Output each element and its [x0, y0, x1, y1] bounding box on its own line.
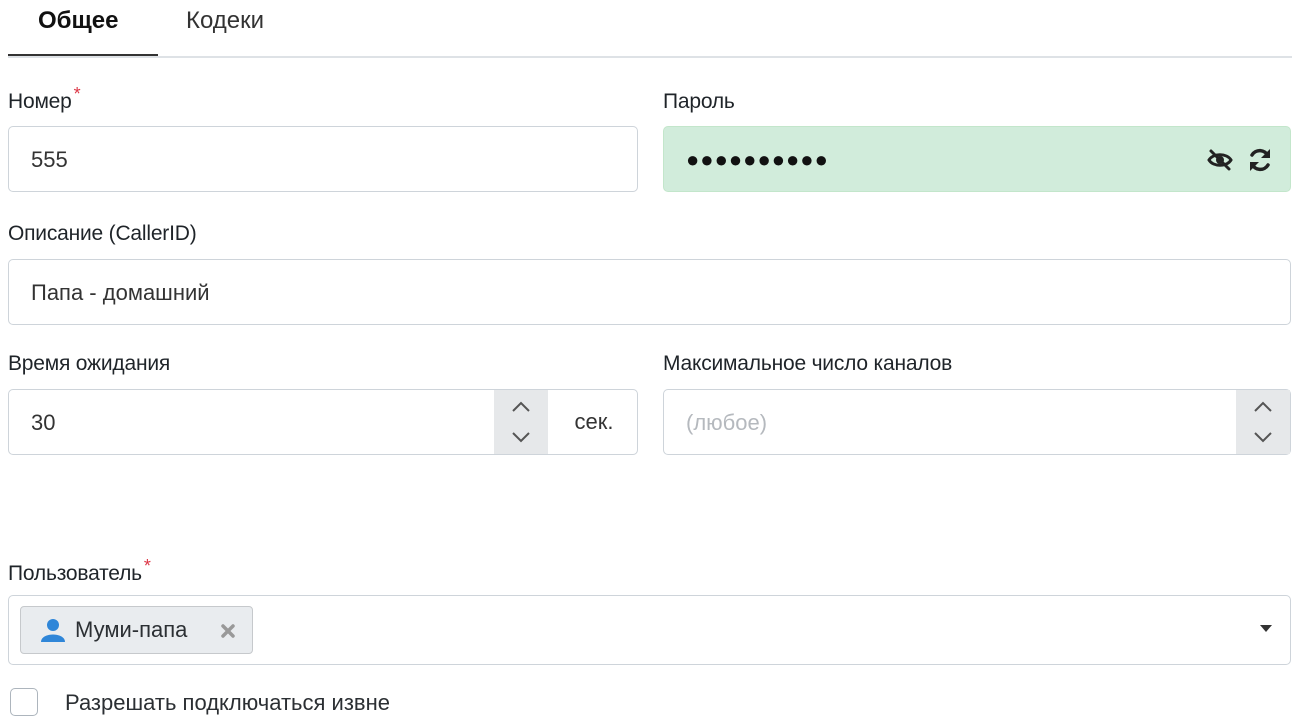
user-icon	[41, 619, 65, 642]
user-label-text: Пользователь	[8, 562, 142, 585]
max-channels-placeholder: (любое)	[686, 410, 768, 435]
timeout-stepper[interactable]	[494, 390, 548, 454]
timeout-value: 30	[31, 410, 56, 435]
number-label-text: Номер	[8, 90, 72, 113]
allow-external-label[interactable]: Разрешать подключаться извне	[65, 690, 390, 716]
selected-user-chip: Муми-папа	[20, 606, 253, 654]
tab-codecs[interactable]: Кодеки	[158, 0, 292, 60]
max-channels-input[interactable]: (любое)	[663, 389, 1291, 455]
tab-bar: Общее Кодеки	[8, 0, 1292, 60]
tab-general[interactable]: Общее	[8, 0, 158, 60]
chevron-down-icon[interactable]	[510, 430, 532, 444]
eye-slash-icon[interactable]	[1204, 144, 1236, 176]
required-mark: *	[73, 84, 81, 104]
timeout-unit: сек.	[574, 409, 614, 434]
password-input[interactable]: ●●●●●●●●●●	[663, 126, 1291, 192]
max-channels-stepper[interactable]	[1236, 390, 1290, 454]
description-value: Папа - домашний	[31, 280, 210, 305]
extension-form: Общее Кодеки Номер * 555 Пароль ●●●●●●●●●…	[0, 0, 1292, 722]
required-mark: *	[143, 556, 151, 576]
refresh-icon[interactable]	[1244, 144, 1276, 176]
number-label: Номер *	[8, 84, 81, 114]
chevron-up-icon[interactable]	[1252, 400, 1274, 414]
number-input[interactable]: 555	[8, 126, 638, 192]
number-value: 555	[31, 147, 68, 172]
description-input[interactable]: Папа - домашний	[8, 259, 1291, 325]
user-select[interactable]: Муми-папа	[8, 595, 1291, 665]
tab-divider	[8, 56, 1292, 58]
user-label: Пользователь *	[8, 556, 151, 586]
chevron-down-icon[interactable]	[1252, 430, 1274, 444]
chevron-up-icon[interactable]	[510, 400, 532, 414]
max-channels-label: Максимальное число каналов	[663, 352, 953, 375]
caret-down-icon[interactable]	[1260, 625, 1272, 632]
timeout-input[interactable]: 30 сек.	[8, 389, 638, 455]
timeout-label: Время ожидания	[8, 352, 171, 375]
remove-icon[interactable]	[220, 623, 236, 639]
allow-external-checkbox[interactable]	[10, 688, 38, 716]
description-label: Описание (CallerID)	[8, 222, 197, 245]
selected-user-name: Муми-папа	[75, 617, 188, 642]
password-label: Пароль	[663, 90, 735, 113]
password-masked-value: ●●●●●●●●●●	[686, 147, 829, 172]
